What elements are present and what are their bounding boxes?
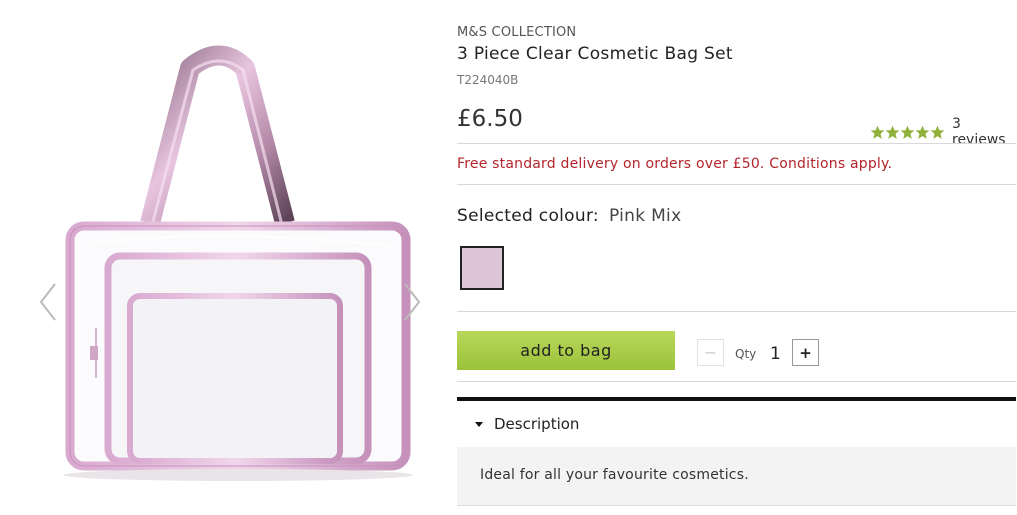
- chevron-right-icon: [404, 283, 421, 321]
- selected-colour-label: Selected colour:: [457, 206, 599, 226]
- product-brand: M&S COLLECTION: [457, 25, 577, 40]
- add-to-bag-button[interactable]: add to bag: [457, 331, 675, 370]
- star-icon: [870, 125, 885, 139]
- product-code: T224040B: [457, 73, 519, 87]
- delivery-note[interactable]: Free standard delivery on orders over £5…: [457, 156, 892, 172]
- chevron-left-icon: [39, 283, 56, 321]
- qty-input[interactable]: 1: [770, 344, 782, 364]
- prev-image-button[interactable]: [38, 282, 58, 322]
- description-text: Ideal for all your favourite cosmetics.: [480, 467, 749, 483]
- plus-icon: +: [799, 343, 812, 362]
- divider: [457, 311, 1016, 312]
- star-icon: [930, 125, 945, 139]
- selected-colour-value: Pink Mix: [608, 206, 682, 226]
- product-image: [30, 28, 440, 511]
- star-icon: [915, 125, 930, 139]
- description-top-bar: [457, 397, 1016, 401]
- divider: [457, 143, 1016, 144]
- divider: [457, 381, 1016, 382]
- colour-swatch-pink-mix[interactable]: [460, 246, 504, 290]
- qty-increase-button[interactable]: +: [792, 339, 819, 366]
- star-icon: [885, 125, 900, 139]
- product-price: £6.50: [457, 106, 523, 132]
- star-icon: [900, 125, 915, 139]
- qty-label: Qty: [735, 347, 757, 361]
- description-panel: Ideal for all your favourite cosmetics.: [457, 447, 1016, 506]
- selected-colour: Selected colour: Pink Mix: [457, 206, 681, 226]
- product-title: 3 Piece Clear Cosmetic Bag Set: [457, 44, 733, 64]
- description-toggle[interactable]: Description: [474, 415, 579, 433]
- qty-decrease-button[interactable]: −: [697, 339, 724, 366]
- description-heading: Description: [494, 415, 580, 433]
- caret-down-icon: [475, 422, 483, 427]
- cosmetic-bag-image: [63, 45, 413, 481]
- rating-stars: [870, 125, 945, 140]
- next-image-button[interactable]: [402, 282, 422, 322]
- divider: [457, 184, 1016, 185]
- minus-icon: −: [703, 343, 718, 362]
